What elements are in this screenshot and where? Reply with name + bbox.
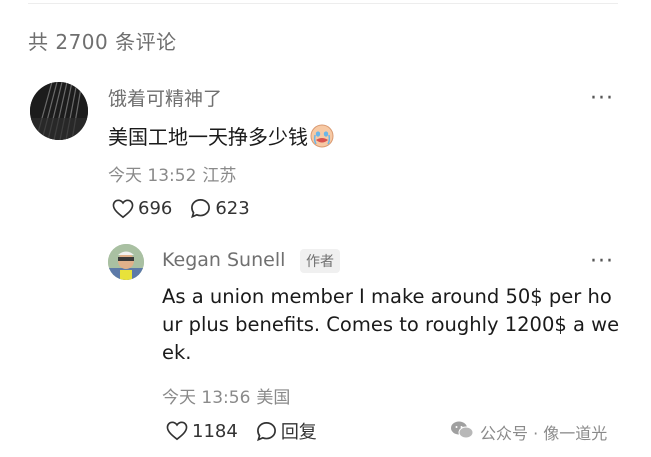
divider (28, 3, 618, 4)
heart-icon (112, 199, 134, 219)
reply-time: 今天 13:56 (162, 388, 251, 408)
reply-text: As a union member I make around 50$ per … (162, 285, 620, 364)
avatar[interactable] (30, 82, 88, 140)
more-options-icon[interactable]: ··· (590, 251, 614, 273)
comment-author[interactable]: 饿着可精神了 (108, 84, 222, 111)
like-count: 696 (138, 198, 173, 219)
reply-author[interactable]: Kegan Sunell (162, 249, 285, 271)
like-button[interactable]: 1184 (166, 421, 238, 442)
avatar[interactable] (108, 244, 144, 280)
watermark: 公众号 · 像一道光 (450, 420, 607, 444)
comment-meta: 今天 13:52 江苏 (108, 161, 236, 186)
reply-count-button[interactable]: 623 (190, 198, 250, 219)
reply-label: 回复 (280, 422, 317, 443)
comment-bubble-icon (190, 198, 211, 219)
comment-actions: 696 623 (112, 198, 250, 219)
comment-time: 今天 13:52 (108, 166, 197, 186)
reply-meta: 今天 13:56 美国 (162, 383, 290, 408)
comment-body: 美国工地一天挣多少钱 (108, 125, 308, 149)
like-button[interactable]: 696 (112, 198, 172, 219)
comment-section: 共 2700 条评论 饿着可精神了 ··· 美国工地一天挣多少钱 今天 13:5… (0, 0, 651, 457)
crying-face-emoji-icon (310, 124, 334, 153)
watermark-text: 公众号 · 像一道光 (480, 424, 608, 443)
reply-count: 623 (215, 198, 250, 219)
more-options-icon[interactable]: ··· (590, 88, 614, 110)
comment-text: 美国工地一天挣多少钱 (108, 121, 334, 153)
wechat-icon (450, 420, 480, 444)
like-count: 1184 (192, 420, 238, 442)
reply-location: 美国 (256, 388, 291, 408)
reply-button[interactable]: 回复 (256, 418, 317, 444)
comment-count: 共 2700 条评论 (28, 30, 177, 54)
reply-actions: 1184 回复 (166, 418, 317, 444)
comment-bubble-icon (256, 421, 277, 442)
heart-icon (166, 421, 188, 441)
comment-location: 江苏 (202, 166, 237, 186)
author-badge: 作者 (300, 249, 340, 273)
